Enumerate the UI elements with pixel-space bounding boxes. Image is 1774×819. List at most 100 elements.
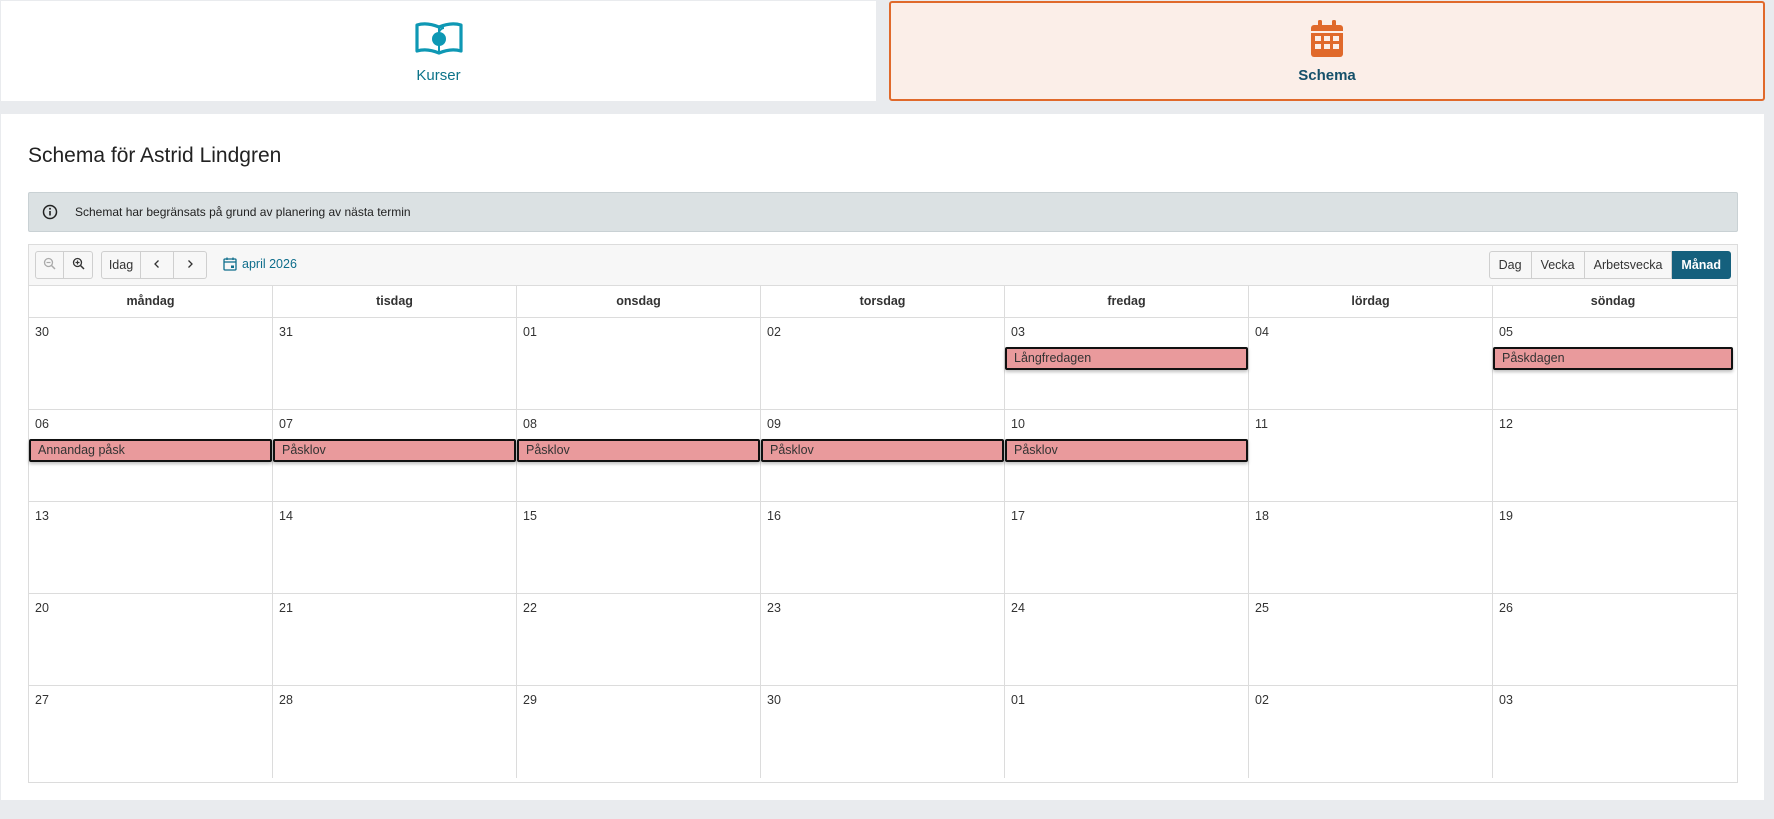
day-number: 01	[1011, 693, 1025, 707]
tab-kurser[interactable]: Kurser	[1, 1, 876, 101]
date-picker[interactable]: april 2026	[223, 257, 297, 271]
chevron-right-icon	[185, 258, 195, 272]
day-cell[interactable]: 03 Långfredagen	[1005, 318, 1249, 409]
day-number: 03	[1011, 325, 1025, 339]
day-number: 27	[35, 693, 49, 707]
zoom-out-icon	[43, 257, 56, 273]
schedule-panel: Schema för Astrid Lindgren Schemat har b…	[1, 114, 1764, 800]
weekday-header: måndag tisdag onsdag torsdag fredag lörd…	[29, 286, 1737, 318]
day-cell[interactable]: 02	[1249, 686, 1493, 778]
day-cell[interactable]: 10 Påsklov	[1005, 410, 1249, 501]
day-cell[interactable]: 21	[273, 594, 517, 685]
day-number: 11	[1255, 417, 1268, 431]
day-number: 07	[279, 417, 293, 431]
day-cell[interactable]: 31	[273, 318, 517, 409]
zoom-in-button[interactable]	[64, 251, 93, 279]
view-month-button[interactable]: Månad	[1672, 251, 1731, 279]
zoom-in-icon	[72, 257, 85, 273]
info-icon	[42, 204, 58, 220]
calendar-event[interactable]: Påsklov	[273, 439, 516, 462]
day-number: 08	[523, 417, 537, 431]
day-number: 17	[1011, 509, 1025, 523]
calendar-small-icon	[223, 257, 237, 271]
day-cell[interactable]: 18	[1249, 502, 1493, 593]
day-number: 03	[1499, 693, 1513, 707]
tab-schema-label: Schema	[1298, 66, 1356, 84]
day-cell[interactable]: 27	[29, 686, 273, 778]
week-row: 20 21 22 23 24 25 26	[29, 594, 1737, 686]
prev-button[interactable]	[141, 251, 174, 279]
day-cell[interactable]: 01	[1005, 686, 1249, 778]
chevron-left-icon	[152, 258, 162, 272]
day-cell[interactable]: 23	[761, 594, 1005, 685]
next-button[interactable]	[174, 251, 207, 279]
day-number: 15	[523, 509, 537, 523]
calendar-event[interactable]: Påsklov	[517, 439, 760, 462]
day-number: 09	[767, 417, 781, 431]
day-cell[interactable]: 09 Påsklov	[761, 410, 1005, 501]
day-cell[interactable]: 05 Påskdagen	[1493, 318, 1733, 409]
calendar-event[interactable]: Påsklov	[1005, 439, 1248, 462]
view-day-button[interactable]: Dag	[1488, 251, 1532, 279]
day-cell[interactable]: 30	[29, 318, 273, 409]
day-number: 06	[35, 417, 49, 431]
day-number: 24	[1011, 601, 1025, 615]
tab-kurser-label: Kurser	[416, 66, 461, 84]
day-cell[interactable]: 06 Annandag påsk	[29, 410, 273, 501]
day-number: 10	[1011, 417, 1025, 431]
day-number: 14	[279, 509, 293, 523]
day-cell[interactable]: 17	[1005, 502, 1249, 593]
calendar-event[interactable]: Påsklov	[761, 439, 1004, 462]
week-row: 06 Annandag påsk 07 Påsklov 08 Påsklov 09 Påskl…	[29, 410, 1737, 502]
view-switcher: Dag Vecka Arbetsvecka Månad	[1488, 251, 1731, 279]
day-cell[interactable]: 14	[273, 502, 517, 593]
day-cell[interactable]: 22	[517, 594, 761, 685]
current-period: april 2026	[242, 257, 297, 271]
day-cell[interactable]: 16	[761, 502, 1005, 593]
day-cell[interactable]: 11	[1249, 410, 1493, 501]
day-cell[interactable]: 13	[29, 502, 273, 593]
day-cell[interactable]: 03	[1493, 686, 1733, 778]
week-row: 30 31 01 02 03 Långfredagen 04 05 Påskdagen	[29, 318, 1737, 410]
day-cell[interactable]: 12	[1493, 410, 1733, 501]
day-cell[interactable]: 04	[1249, 318, 1493, 409]
calendar-toolbar: Idag april 2026 Dag Vecka Arbetsvecka Må…	[29, 245, 1737, 286]
book-apple-icon	[414, 19, 464, 59]
view-week-button[interactable]: Vecka	[1531, 251, 1585, 279]
day-number: 12	[1499, 417, 1513, 431]
weekday-label: söndag	[1590, 294, 1636, 308]
day-cell[interactable]: 29	[517, 686, 761, 778]
calendar-event[interactable]: Annandag påsk	[29, 439, 272, 462]
day-number: 30	[35, 325, 49, 339]
calendar-event[interactable]: Påskdagen	[1493, 347, 1733, 370]
day-cell[interactable]: 08 Påsklov	[517, 410, 761, 501]
weekday-label: onsdag	[517, 286, 761, 317]
day-number: 19	[1499, 509, 1513, 523]
day-number: 28	[279, 693, 293, 707]
weekday-label: fredag	[1005, 286, 1249, 317]
day-cell[interactable]: 24	[1005, 594, 1249, 685]
calendar-event[interactable]: Långfredagen	[1005, 347, 1248, 370]
day-cell[interactable]: 07 Påsklov	[273, 410, 517, 501]
day-cell[interactable]: 30	[761, 686, 1005, 778]
day-number: 31	[279, 325, 293, 339]
day-cell[interactable]: 15	[517, 502, 761, 593]
weekday-label: lördag	[1249, 286, 1493, 317]
calendar-grid: 30 31 01 02 03 Långfredagen 04 05 Påskdagen 06 Ann…	[29, 318, 1737, 778]
day-cell[interactable]: 02	[761, 318, 1005, 409]
calendar-icon	[1302, 19, 1352, 59]
day-cell[interactable]: 20	[29, 594, 273, 685]
day-cell[interactable]: 25	[1249, 594, 1493, 685]
view-workweek-button[interactable]: Arbetsvecka	[1584, 251, 1673, 279]
day-cell[interactable]: 19	[1493, 502, 1733, 593]
tab-schema[interactable]: Schema	[889, 1, 1765, 101]
weekday-label: måndag	[29, 286, 273, 317]
day-cell[interactable]: 28	[273, 686, 517, 778]
day-number: 25	[1255, 601, 1269, 615]
zoom-out-button[interactable]	[35, 251, 64, 279]
week-row: 27 28 29 30 01 02 03	[29, 686, 1737, 778]
day-cell[interactable]: 01	[517, 318, 761, 409]
page-title: Schema för Astrid Lindgren	[28, 144, 282, 167]
day-cell[interactable]: 26	[1493, 594, 1733, 685]
today-button[interactable]: Idag	[101, 251, 141, 279]
